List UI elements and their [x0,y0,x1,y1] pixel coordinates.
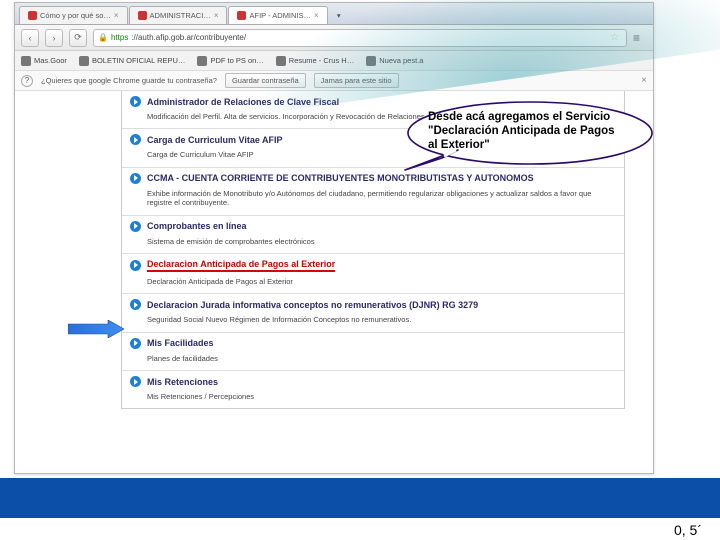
bookmark-item[interactable]: PDF to PS on… [197,56,263,66]
favicon-icon [138,11,147,20]
new-tab-button[interactable]: ▾ [329,6,349,24]
bookmark-star-icon[interactable]: ☆ [610,32,622,44]
bookmark-item[interactable]: Mas.Goor [21,56,67,66]
help-icon: ? [21,75,33,87]
close-icon[interactable]: × [314,11,319,20]
tab-label: ADMINISTRACI… [150,11,211,20]
section-header[interactable]: Mis Retenciones [130,376,616,387]
tab-strip: Cómo y por qué so… × ADMINISTRACI… × AFI… [15,3,653,25]
section-description: Sistema de emisión de comprobantes elect… [147,237,616,246]
bookmark-icon [79,56,89,66]
bookmark-icon [21,56,31,66]
browser-tab[interactable]: ADMINISTRACI… × [129,6,228,24]
section-description: Mis Retenciones / Percepciones [147,392,616,401]
tab-label: Cómo y por qué so… [40,11,111,20]
tab-label: AFIP - ADMINIS… [249,11,311,20]
footer-band [0,478,720,518]
section-header[interactable]: Comprobantes en línea [130,221,616,232]
close-icon[interactable]: × [214,11,219,20]
lock-icon: 🔒 [98,33,108,42]
section-header[interactable]: CCMA - CUENTA CORRIENTE DE CONTRIBUYENTE… [130,173,616,184]
arrow-right-icon [130,260,141,271]
service-section: Mis Retenciones Mis Retenciones / Percep… [122,370,624,408]
bookmark-icon [197,56,207,66]
favicon-icon [237,11,246,20]
section-description: Planes de facilidades [147,354,616,363]
reload-button[interactable]: ⟳ [69,29,87,47]
service-section: Comprobantes en línea Sistema de emisión… [122,215,624,253]
url-text: ://auth.afip.gob.ar/contribuyente/ [131,33,246,42]
callout-line: "Declaración Anticipada de Pagos [428,125,615,137]
section-description: Declaración Anticipada de Pagos al Exter… [147,277,616,286]
bookmark-label: Nueva pest.a [379,56,423,65]
callout-line: Desde acá agregamos el Servicio [428,111,610,123]
arrow-right-icon [130,299,141,310]
favicon-icon [28,11,37,20]
section-description: Seguridad Social Nuevo Régimen de Inform… [147,315,616,324]
section-header[interactable]: Declaracion Anticipada de Pagos al Exter… [130,259,616,272]
bookmark-icon [276,56,286,66]
password-save-infobar: ? ¿Quieres que google Chrome guarde tu c… [15,71,653,91]
section-header[interactable]: Mis Facilidades [130,338,616,349]
section-description: Exhibe información de Monotributo y/o Au… [147,189,616,208]
address-bar[interactable]: 🔒 https ://auth.afip.gob.ar/contribuyent… [93,29,627,47]
arrow-right-icon [130,221,141,232]
arrow-right-icon [130,338,141,349]
browser-window: Cómo y por qué so… × ADMINISTRACI… × AFI… [14,2,654,474]
browser-menu-icon[interactable]: ≡ [633,31,647,45]
never-save-button[interactable]: Jamas para este sitio [314,73,399,88]
section-title: Comprobantes en línea [147,221,247,231]
arrow-right-icon [130,134,141,145]
browser-tab[interactable]: Cómo y por qué so… × [19,6,128,24]
callout-text: Desde acá agregamos el Servicio "Declara… [428,110,643,152]
bookmark-label: Resume - Crus H… [289,56,354,65]
bookmark-label: PDF to PS on… [210,56,263,65]
bookmarks-bar: Mas.Goor BOLETIN OFICIAL REPU… PDF to PS… [15,51,653,71]
arrow-right-icon [130,96,141,107]
section-title: Administrador de Relaciones de Clave Fis… [147,97,339,107]
section-title: Mis Facilidades [147,338,214,348]
slide-timestamp: 0, 5´ [674,522,702,538]
service-section: Mis Facilidades Planes de facilidades [122,332,624,370]
bookmark-label: Mas.Goor [34,56,67,65]
section-title: Mis Retenciones [147,377,218,387]
browser-tab[interactable]: AFIP - ADMINIS… × [228,6,327,24]
bookmark-item[interactable]: Resume - Crus H… [276,56,354,66]
close-icon[interactable]: × [641,75,647,86]
section-header[interactable]: Declaracion Jurada informativa conceptos… [130,299,616,310]
bookmark-label: BOLETIN OFICIAL REPU… [92,56,186,65]
close-icon[interactable]: × [114,11,119,20]
service-section-highlighted: Declaracion Anticipada de Pagos al Exter… [122,253,624,293]
service-section: Declaracion Jurada informativa conceptos… [122,293,624,331]
infobar-text: ¿Quieres que google Chrome guarde tu con… [41,76,217,85]
back-button[interactable]: ‹ [21,29,39,47]
arrow-right-icon [130,173,141,184]
bookmark-item[interactable]: BOLETIN OFICIAL REPU… [79,56,186,66]
service-section: CCMA - CUENTA CORRIENTE DE CONTRIBUYENTE… [122,167,624,215]
arrow-right-icon [130,376,141,387]
bookmark-icon [366,56,376,66]
bookmark-item[interactable]: Nueva pest.a [366,56,423,66]
save-password-button[interactable]: Guardar contraseña [225,73,306,88]
forward-button[interactable]: › [45,29,63,47]
section-title: CCMA - CUENTA CORRIENTE DE CONTRIBUYENTE… [147,173,534,183]
section-title: Carga de Curriculum Vitae AFIP [147,135,283,145]
callout-line: al Exterior" [428,139,490,151]
section-title: Declaracion Anticipada de Pagos al Exter… [147,259,335,272]
url-scheme: https [111,33,128,42]
callout-arrow [68,320,124,338]
address-bar-row: ‹ › ⟳ 🔒 https ://auth.afip.gob.ar/contri… [15,25,653,51]
annotation-callout: Desde acá agregamos el Servicio "Declara… [400,100,654,172]
section-title: Declaracion Jurada informativa conceptos… [147,300,478,310]
